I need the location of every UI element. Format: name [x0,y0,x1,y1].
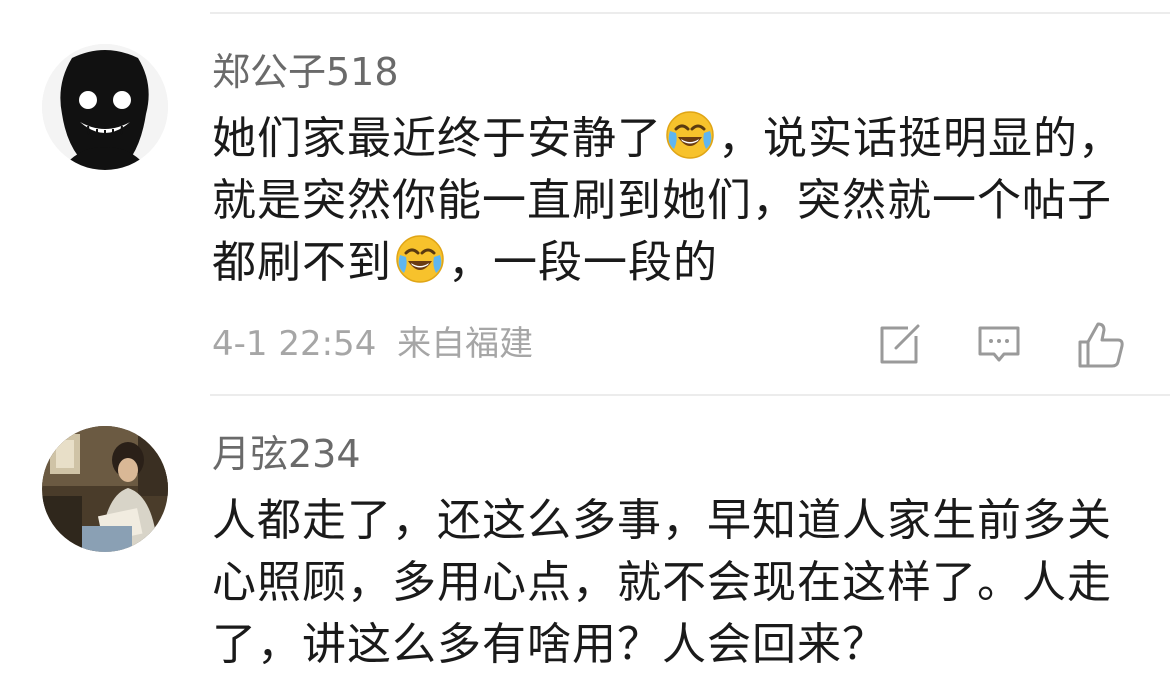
username[interactable]: 郑公子518 [212,50,399,94]
face-with-tears-of-joy-icon [666,111,714,159]
avatar-image [42,44,168,170]
comment-text-part: 她们家最近终于安静了 [212,113,662,164]
location: 来自福建 [397,324,534,364]
repost-button[interactable] [874,320,924,370]
comment-text-part: ，一段一段的 [448,237,718,288]
username[interactable]: 月弦234 [212,432,361,476]
comment-icon [978,326,1020,362]
comment-item: 郑公子518 她们家最近终于安静了 ，说实话挺明显的，就是突然你能一直刷到她们，… [0,0,1170,395]
comment-meta: 4-1 22:54 来自福建 [212,324,533,364]
avatar[interactable] [42,44,168,170]
face-with-tears-of-joy-icon [396,235,444,283]
comment-item: 月弦234 人都走了，还这么多事，早知道人家生前多关心照顾，多用心点，就不会现在… [0,396,1170,680]
share-edit-icon [880,324,920,364]
avatar-image [42,426,168,552]
comment-button[interactable] [974,320,1024,370]
avatar[interactable] [42,426,168,552]
thumbs-up-icon [1078,322,1124,368]
like-button[interactable] [1074,318,1124,368]
comment-text: 人都走了，还这么多事，早知道人家生前多关心照顾，多用心点，就不会现在这样了。人走… [212,495,1112,670]
timestamp: 4-1 22:54 [212,324,377,364]
comment-text: 她们家最近终于安静了 ，说实话挺明显的，就是突然你能一直刷到她们，突然就一个帖子… [212,108,1142,294]
